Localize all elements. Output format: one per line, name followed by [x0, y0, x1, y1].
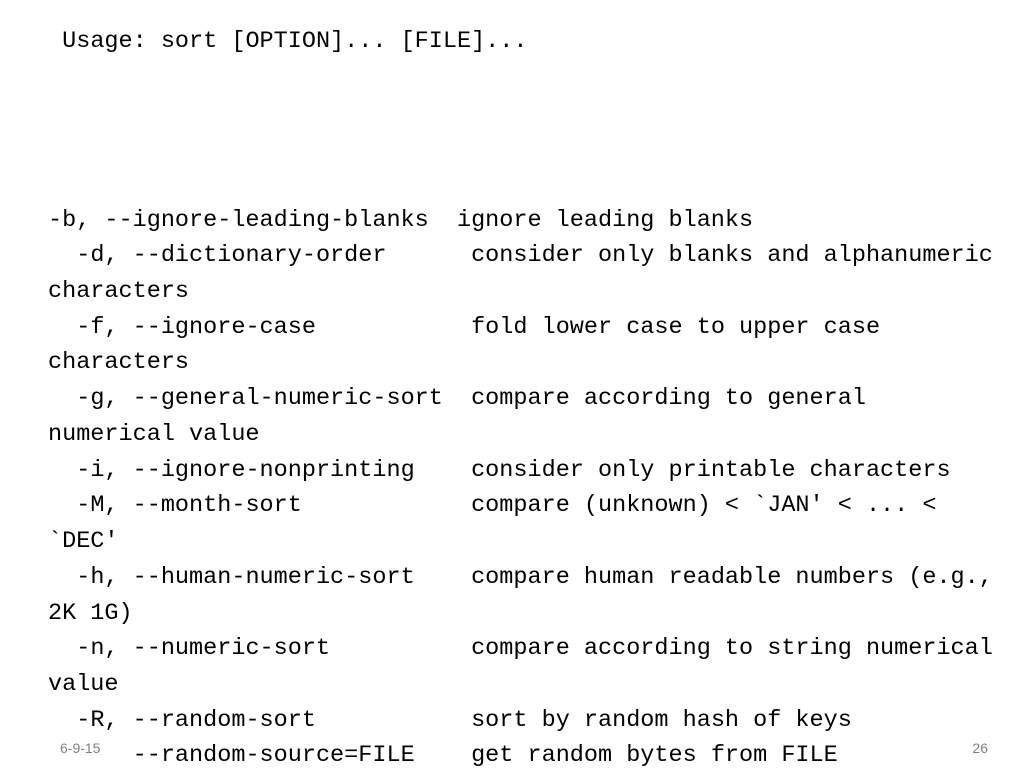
- footer-page-number: 26: [972, 740, 988, 756]
- options-block: -b, --ignore-leading-blanks ignore leadi…: [48, 207, 1007, 768]
- slide: Usage: sort [OPTION]... [FILE]... -b, --…: [0, 0, 1024, 768]
- help-text: Usage: sort [OPTION]... [FILE]... -b, --…: [48, 24, 1004, 768]
- footer-date: 6-9-15: [60, 740, 100, 756]
- usage-line: Usage: sort [OPTION]... [FILE]...: [48, 28, 528, 55]
